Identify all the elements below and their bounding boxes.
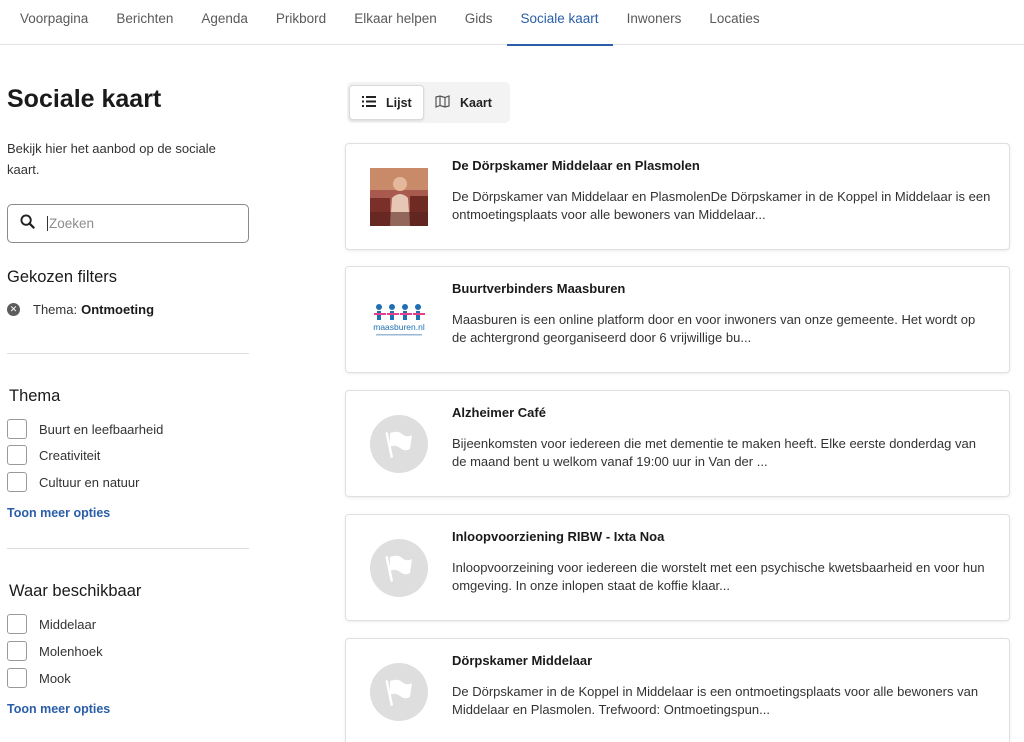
chosen-filters-title: Gekozen filters xyxy=(7,268,118,286)
result-description: Maasburen is een online platform door en… xyxy=(452,312,976,345)
view-toggle: Lijst Kaart xyxy=(347,82,510,123)
tab-agenda[interactable]: Agenda xyxy=(187,0,262,45)
option-label: Cultuur en natuur xyxy=(39,474,140,490)
result-card[interactable]: Dörpskamer Middelaar De Dörpskamer in de… xyxy=(345,638,1010,742)
map-view-button[interactable]: Kaart xyxy=(435,85,492,120)
result-title: Buurtverbinders Maasburen xyxy=(452,281,626,296)
option-label: Middelaar xyxy=(39,616,97,632)
search-icon xyxy=(20,213,35,234)
filter-option-cultuur-en-natuur[interactable]: Cultuur en natuur xyxy=(7,472,139,492)
tab-sociale-kaart[interactable]: Sociale kaart xyxy=(506,0,613,46)
tab-gids[interactable]: Gids xyxy=(451,0,507,45)
checkbox[interactable] xyxy=(7,445,27,465)
filter-option-mook[interactable]: Mook xyxy=(7,668,71,688)
result-card[interactable]: De Dörpskamer Middelaar en Plasmolen De … xyxy=(345,143,1010,250)
result-title: Inloopvoorziening RIBW - Ixta Noa xyxy=(452,529,665,544)
option-label: Buurt en leefbaarheid xyxy=(39,421,164,437)
option-label: Mook xyxy=(39,670,71,686)
option-label: Creativiteit xyxy=(39,447,101,463)
checkbox[interactable] xyxy=(7,641,27,661)
maasburen-logo: maasburen.nl xyxy=(370,291,428,349)
result-description: De Dörpskamer in de Koppel in Middelaar … xyxy=(452,684,979,717)
search-input[interactable] xyxy=(47,216,237,231)
tab-locaties[interactable]: Locaties xyxy=(695,0,773,45)
result-description: Bijeenkomsten voor iedereen die met deme… xyxy=(452,436,976,469)
thema-title: Thema xyxy=(9,387,61,405)
result-title: Alzheimer Café xyxy=(452,405,546,420)
option-label: Molenhoek xyxy=(39,643,103,659)
list-view-label: Lijst xyxy=(386,95,412,110)
tab-berichten[interactable]: Berichten xyxy=(102,0,187,45)
chosen-filter-label: Thema: xyxy=(33,302,78,317)
chosen-filter-value: Ontmoeting xyxy=(81,302,155,317)
filter-option-molenhoek[interactable]: Molenhoek xyxy=(7,641,103,661)
remove-filter-icon[interactable]: ✕ xyxy=(7,303,20,316)
list-icon xyxy=(362,95,386,110)
result-card[interactable]: Alzheimer Café Bijeenkomsten voor iedere… xyxy=(345,390,1010,497)
checkbox[interactable] xyxy=(7,419,27,439)
search-box[interactable] xyxy=(7,204,249,243)
result-description: De Dörpskamer van Middelaar en Plasmolen… xyxy=(452,189,991,222)
tab-inwoners[interactable]: Inwoners xyxy=(613,0,696,45)
chosen-filter-chip: ✕ Thema: Ontmoeting xyxy=(7,302,154,317)
result-title: Dörpskamer Middelaar xyxy=(452,653,593,668)
checkbox[interactable] xyxy=(7,472,27,492)
filter-option-middelaar[interactable]: Middelaar xyxy=(7,614,96,634)
divider xyxy=(7,353,249,354)
tab-voorpagina[interactable]: Voorpagina xyxy=(6,0,102,45)
map-icon xyxy=(435,94,460,111)
top-navigation: Voorpagina Berichten Agenda Prikbord Elk… xyxy=(0,0,1024,46)
waar-show-more-link[interactable]: Toon meer opties xyxy=(7,702,110,716)
flag-icon xyxy=(370,663,428,721)
result-card[interactable]: maasburen.nl Buurtverbinders Maasburen M… xyxy=(345,266,1010,373)
tab-elkaar-helpen[interactable]: Elkaar helpen xyxy=(340,0,451,45)
result-title: De Dörpskamer Middelaar en Plasmolen xyxy=(452,158,700,173)
result-thumbnail-photo xyxy=(370,168,428,226)
flag-icon xyxy=(370,539,428,597)
list-view-button[interactable]: Lijst xyxy=(349,85,424,120)
filter-option-creativiteit[interactable]: Creativiteit xyxy=(7,445,100,465)
tab-prikbord[interactable]: Prikbord xyxy=(262,0,340,45)
checkbox[interactable] xyxy=(7,614,27,634)
divider xyxy=(7,548,249,549)
result-card[interactable]: Inloopvoorziening RIBW - Ixta Noa Inloop… xyxy=(345,514,1010,621)
waar-beschikbaar-title: Waar beschikbaar xyxy=(9,582,142,600)
intro-text: Bekijk hier het aanbod op de sociale kaa… xyxy=(7,141,216,177)
svg-text:maasburen.nl: maasburen.nl xyxy=(373,322,425,332)
flag-icon xyxy=(370,415,428,473)
thema-show-more-link[interactable]: Toon meer opties xyxy=(7,506,110,520)
map-view-label: Kaart xyxy=(460,95,492,110)
result-description: Inloopvoorzeining voor iedereen die wors… xyxy=(452,560,985,593)
filter-option-buurt-en-leefbaarheid[interactable]: Buurt en leefbaarheid xyxy=(7,419,163,439)
page-title: Sociale kaart xyxy=(7,85,162,113)
checkbox[interactable] xyxy=(7,668,27,688)
